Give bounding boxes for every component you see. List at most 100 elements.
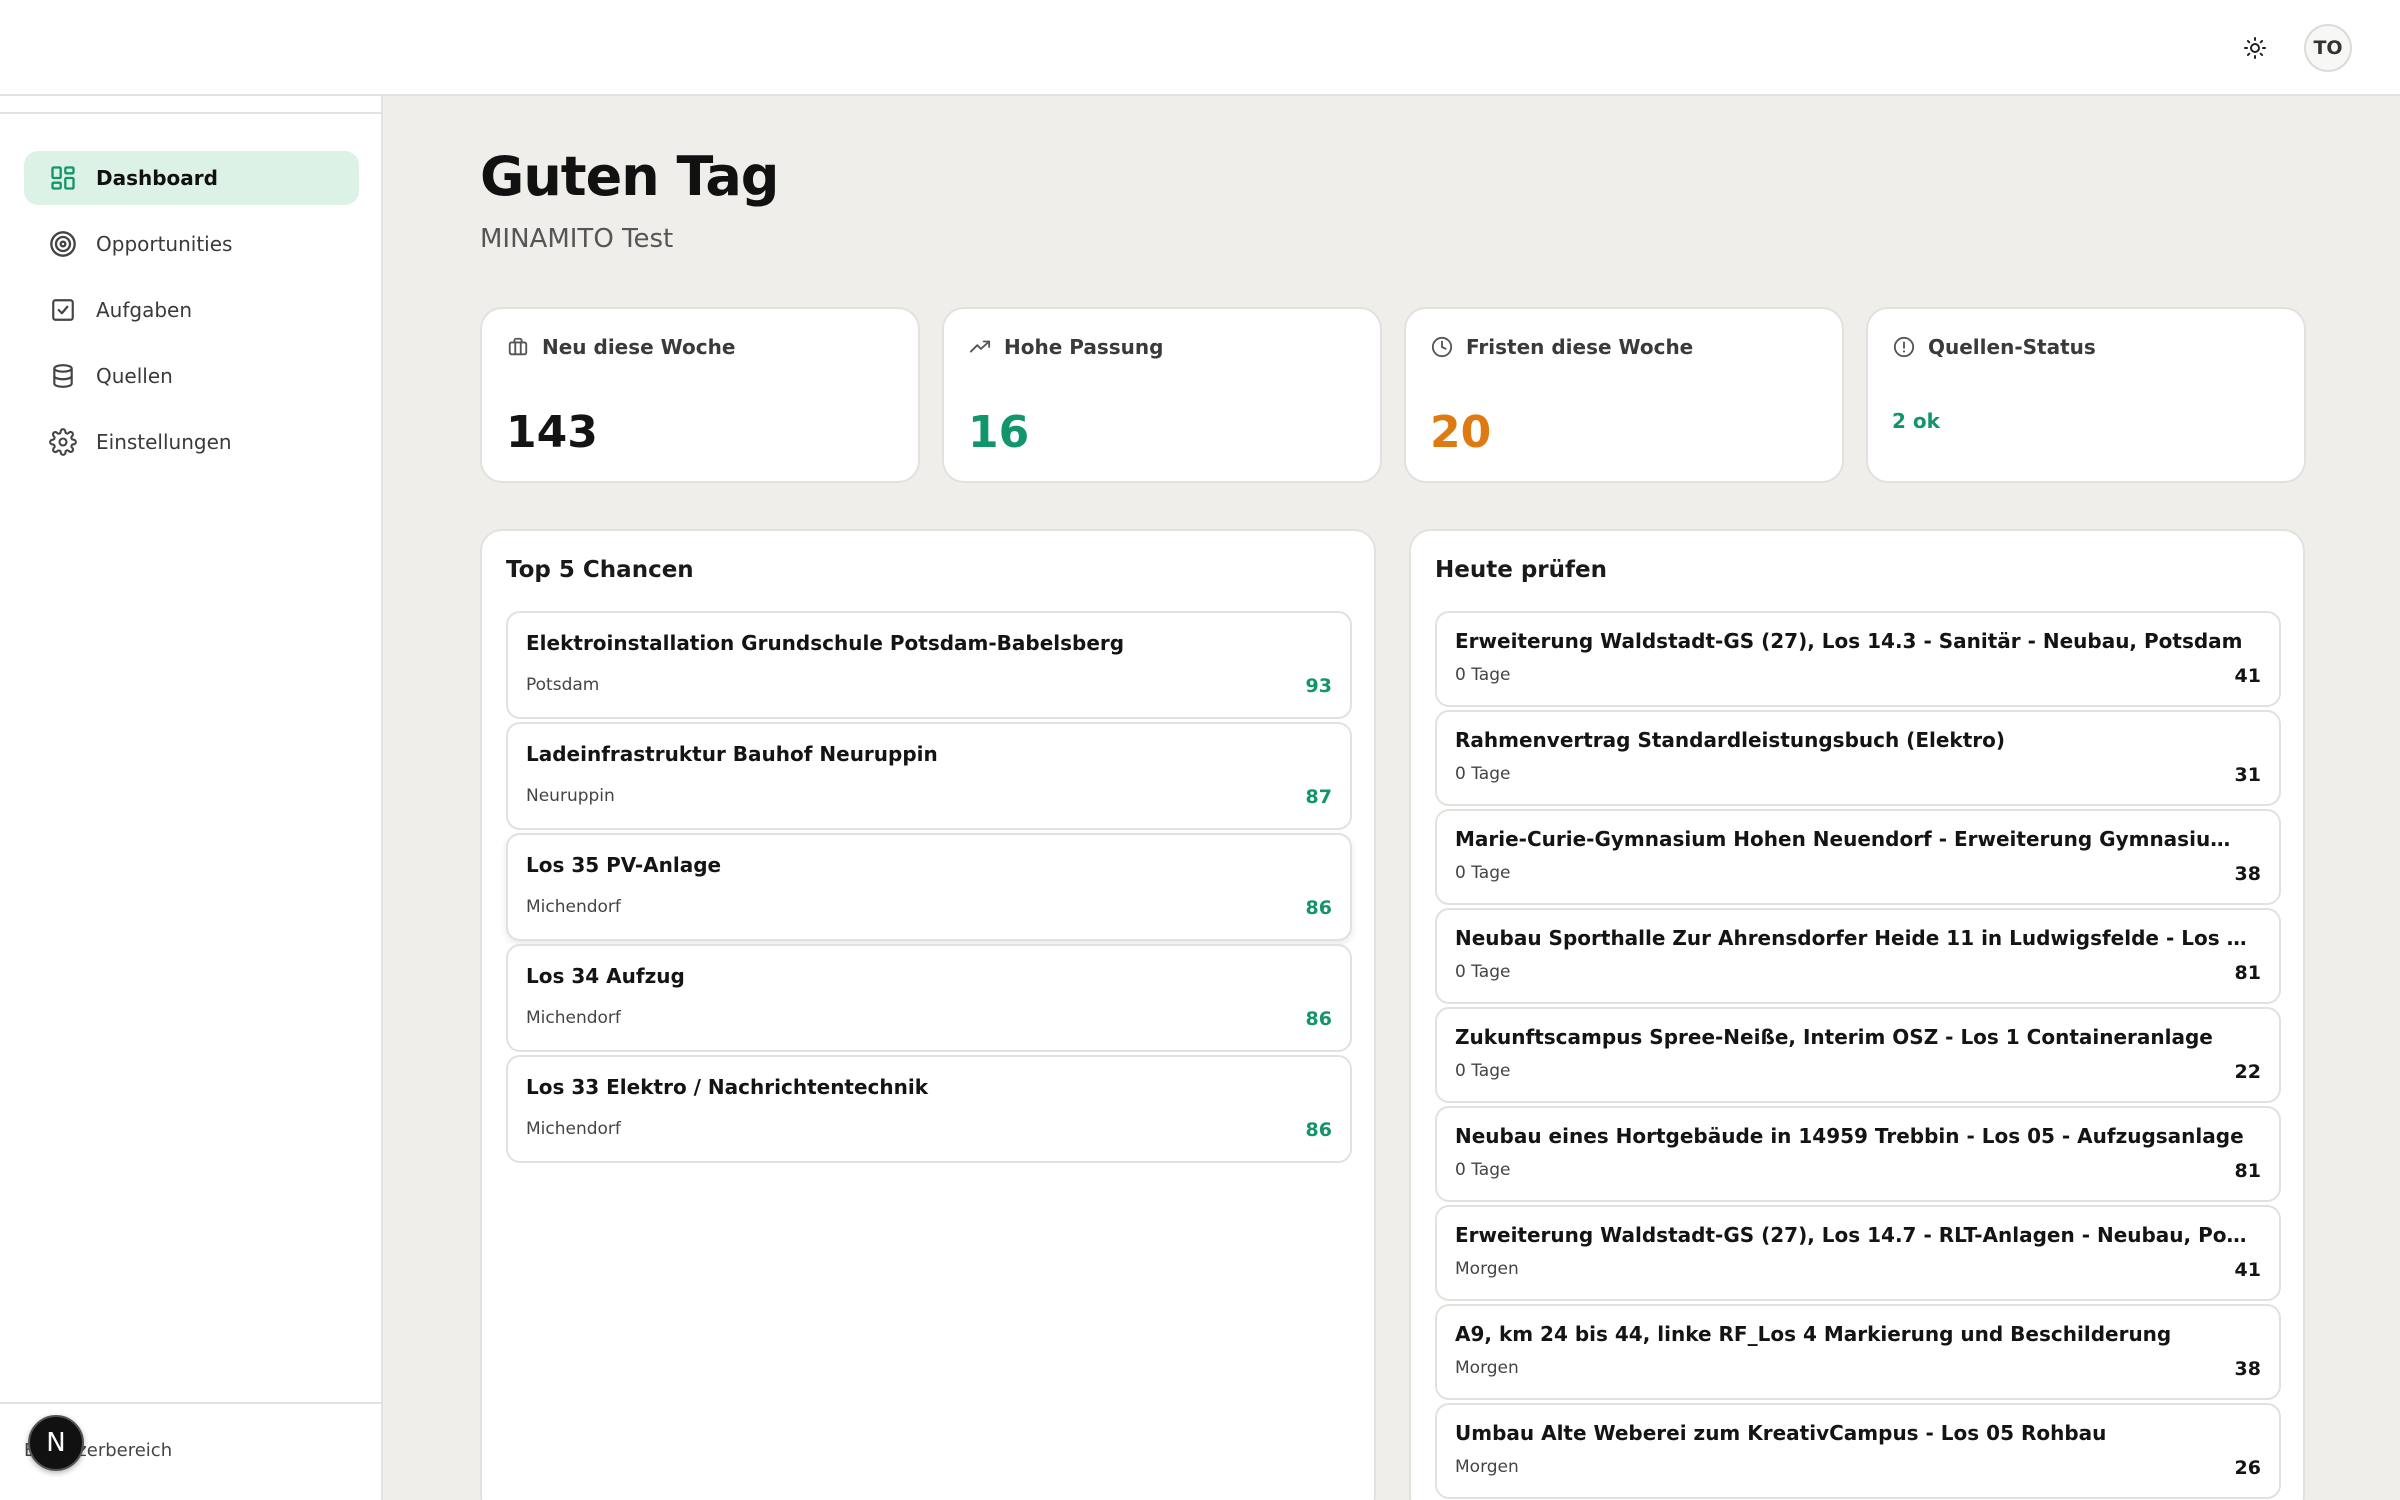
review-item[interactable]: Neubau Sporthalle Zur Ahrensdorfer Heide… [1435,908,2281,1004]
item-location: Michendorf [526,897,621,917]
dashboard-icon [48,163,78,193]
score-badge: 86 [1305,1119,1332,1141]
stat-label: Quellen-Status [1928,335,2096,359]
item-location: Michendorf [526,1119,621,1139]
chance-item[interactable]: Los 34 Aufzug Michendorf 86 [506,944,1352,1052]
trending-up-icon [968,335,992,359]
stat-card-new-this-week: Neu diese Woche 143 [480,307,920,483]
score-badge: 86 [1305,1008,1332,1030]
review-item[interactable]: Rahmenvertrag Standardleistungsbuch (Ele… [1435,710,2281,806]
item-due: 0 Tage [1455,764,1511,784]
item-due: Morgen [1455,1259,1519,1279]
score-badge: 22 [2234,1061,2261,1083]
briefcase-icon [506,335,530,359]
gear-icon [48,427,78,457]
stat-card-source-status: Quellen-Status 2 ok [1866,307,2306,483]
stat-value: 2 ok [1892,409,1940,433]
review-item[interactable]: Umbau Alte Weberei zum KreativCampus - L… [1435,1403,2281,1499]
chance-item[interactable]: Los 33 Elektro / Nachrichtentechnik Miche… [506,1055,1352,1163]
item-location: Potsdam [526,675,600,695]
stat-label: Neu diese Woche [542,335,736,359]
score-badge: 41 [2234,665,2261,687]
sidebar-item-einstellungen[interactable]: Einstellungen [24,415,359,469]
review-item[interactable]: Erweiterung Waldstadt-GS (27), Los 14.3 … [1435,611,2281,707]
sidebar-nav: Dashboard Opportunities Aufgaben Quellen… [24,151,359,481]
panel-title: Top 5 Chancen [506,557,694,583]
top-bar: TO [0,0,2400,96]
review-item[interactable]: Erweiterung Waldstadt-GS (27), Los 14.7 … [1435,1205,2281,1301]
database-icon [48,361,78,391]
sidebar-item-label: Opportunities [96,232,233,256]
score-badge: 26 [2234,1457,2261,1479]
item-title: Marie-Curie-Gymnasium Hohen Neuendorf - … [1455,827,2251,851]
item-due: 0 Tage [1455,1061,1511,1081]
item-title: Ladeinfrastruktur Bauhof Neuruppin [526,742,938,766]
item-title: A9, km 24 bis 44, linke RF_Los 4 Markier… [1455,1322,2172,1346]
panel-title: Heute prüfen [1435,557,1607,583]
today-review-panel: Heute prüfen Erweiterung Waldstadt-GS (2… [1409,529,2305,1500]
stat-card-high-fit: Hohe Passung 16 [942,307,1382,483]
checkbox-icon [48,295,78,325]
top-chances-list: Elektroinstallation Grundschule Potsdam-… [506,611,1352,1166]
score-badge: 38 [2234,863,2261,885]
review-item[interactable]: Zukunftscampus Spree-Neiße, Interim OSZ … [1435,1007,2281,1103]
item-title: Erweiterung Waldstadt-GS (27), Los 14.3 … [1455,629,2243,653]
stat-value: 16 [968,407,1030,458]
stat-card-deadlines-this-week: Fristen diese Woche 20 [1404,307,1844,483]
sidebar-item-label: Dashboard [96,166,218,190]
item-due: 0 Tage [1455,1160,1511,1180]
score-badge: 86 [1305,897,1332,919]
sidebar-item-label: Aufgaben [96,298,193,322]
score-badge: 81 [2234,962,2261,984]
stat-value: 20 [1430,407,1492,458]
sidebar-item-label: Quellen [96,364,173,388]
item-title: Neubau eines Hortgebäude in 14959 Trebbi… [1455,1124,2244,1148]
stat-label: Fristen diese Woche [1466,335,1694,359]
top-chances-panel: Top 5 Chancen Elektroinstallation Grunds… [480,529,1376,1500]
item-title: Los 34 Aufzug [526,964,685,988]
theme-toggle-button[interactable] [2236,29,2274,67]
sidebar-item-dashboard[interactable]: Dashboard [24,151,359,205]
clock-icon [1430,335,1454,359]
score-badge: 93 [1305,675,1332,697]
chance-item[interactable]: Elektroinstallation Grundschule Potsdam-… [506,611,1352,719]
item-due: 0 Tage [1455,863,1511,883]
item-title: Umbau Alte Weberei zum KreativCampus - L… [1455,1421,2107,1445]
item-location: Michendorf [526,1008,621,1028]
sidebar-item-quellen[interactable]: Quellen [24,349,359,403]
sidebar-item-aufgaben[interactable]: Aufgaben [24,283,359,337]
item-title: Los 35 PV-Anlage [526,853,722,877]
score-badge: 87 [1305,786,1332,808]
user-avatar-button[interactable]: TO [2304,24,2352,72]
score-badge: 41 [2234,1259,2261,1281]
sidebar-divider-bottom [0,1402,381,1404]
dev-tools-badge[interactable]: N [28,1415,84,1471]
item-title: Neubau Sporthalle Zur Ahrensdorfer Heide… [1455,926,2251,950]
score-badge: 38 [2234,1358,2261,1380]
sidebar: Dashboard Opportunities Aufgaben Quellen… [0,96,383,1500]
stat-label: Hohe Passung [1004,335,1164,359]
item-title: Los 33 Elektro / Nachrichtentechnik [526,1075,929,1099]
review-item[interactable]: A9, km 24 bis 44, linke RF_Los 4 Markier… [1435,1304,2281,1400]
item-title: Zukunftscampus Spree-Neiße, Interim OSZ … [1455,1025,2213,1049]
score-badge: 81 [2234,1160,2261,1182]
item-due: 0 Tage [1455,962,1511,982]
sun-icon [2244,37,2266,59]
item-title: Elektroinstallation Grundschule Potsdam-… [526,631,1125,655]
item-title: Rahmenvertrag Standardleistungsbuch (Ele… [1455,728,2006,752]
score-badge: 31 [2234,764,2261,786]
review-item[interactable]: Neubau eines Hortgebäude in 14959 Trebbi… [1435,1106,2281,1202]
sidebar-item-opportunities[interactable]: Opportunities [24,217,359,271]
review-item[interactable]: Marie-Curie-Gymnasium Hohen Neuendorf - … [1435,809,2281,905]
today-review-list: Erweiterung Waldstadt-GS (27), Los 14.3 … [1435,611,2281,1500]
sidebar-divider-top [0,112,381,114]
company-name: MINAMITO Test [480,224,674,254]
item-location: Neuruppin [526,786,615,806]
chance-item[interactable]: Los 35 PV-Anlage Michendorf 86 [506,833,1352,941]
item-due: 0 Tage [1455,665,1511,685]
page-title: Guten Tag [480,145,779,208]
item-due: Morgen [1455,1457,1519,1477]
sidebar-item-label: Einstellungen [96,430,232,454]
item-due: Morgen [1455,1358,1519,1378]
chance-item[interactable]: Ladeinfrastruktur Bauhof Neuruppin Neurup… [506,722,1352,830]
